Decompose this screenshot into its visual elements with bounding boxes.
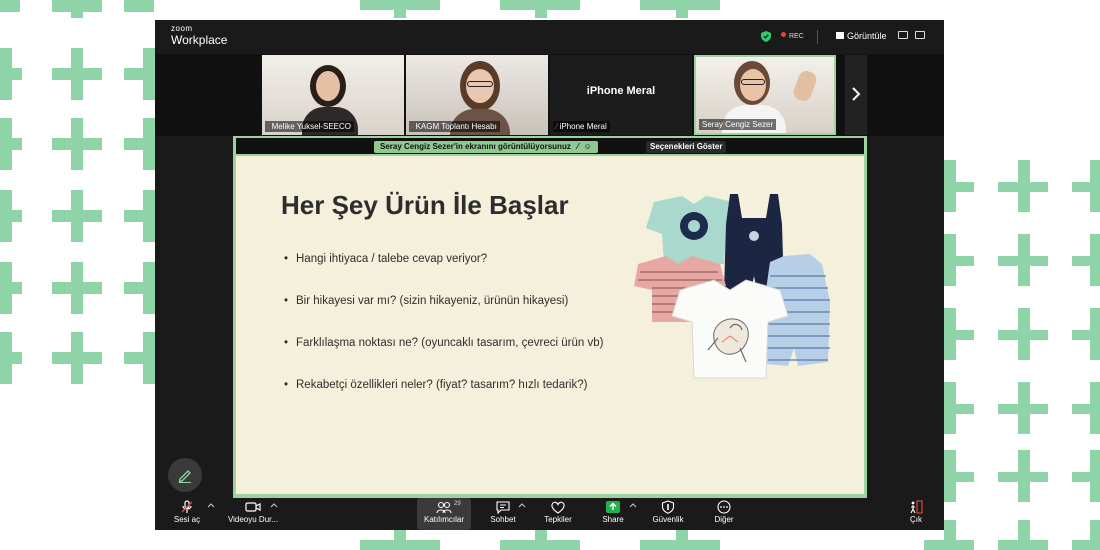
slide-bullet: • Farklılaşma noktası ne? (oyuncaklı tasa… [284,337,604,349]
chevron-up-icon[interactable] [629,501,637,509]
slide-bullet-list: • Hangi ihtiyaca / talebe cevap veriyor? … [284,252,603,420]
chat-label: Sohbet [490,515,516,524]
stop-video-label: Videoyu Dur... [227,515,279,524]
chat-icon [496,501,510,514]
slide-bullet-text: Hangi ihtiyaca / talebe cevap veriyor? [296,253,488,265]
grid-view-icon [836,32,844,39]
slide-bullet-text: Farklılaşma noktası ne? (oyuncaklı tasar… [296,337,604,349]
participant-name-text: iPhone Meral [559,122,607,131]
security-label: Güvenlik [652,515,684,524]
mic-muted-icon: ⁄ [412,122,414,131]
meeting-toolbar: Sesi aç Videoyu Dur... Katılımcılar 29 S… [155,498,944,530]
participant-center-name: iPhone Meral [586,85,656,97]
reactions-button[interactable]: Tepkiler [537,500,579,524]
security-button[interactable]: Güvenlik [647,500,689,524]
shared-screen: Seray Cengiz Sezer'in ekranını görüntülü… [233,136,867,498]
chevron-up-icon[interactable] [207,501,215,509]
shield-check-icon[interactable] [761,31,771,42]
participant-strip: ⁄ Melike Yuksel-SEECO ⁄ KAGM Toplantı He… [155,54,944,136]
top-bar: zoom Workplace REC Görüntüle [155,20,944,54]
divider [817,30,818,44]
participant-name-text: KAGM Toplantı Hesabı [415,122,497,131]
reactions-label: Tepkiler [544,515,572,524]
participant-name: ⁄ KAGM Toplantı Hesabı [409,121,500,132]
slide-bullet-text: Rekabetçi özellikleri neler? (fiyat? tas… [296,379,588,391]
mic-muted-icon [181,500,193,513]
participants-count-badge: 29 [454,501,461,507]
participant-name-text: Seray Cengiz Sezer [702,120,774,129]
share-arrow-icon [606,501,620,513]
record-dot-icon [781,32,786,37]
slide-title: Her Şey Ürün İle Başlar [281,190,569,220]
participants-icon [436,501,452,514]
slide-bullet: • Bir hikayesi var mı? (sizin hikayeniz, … [284,295,569,307]
leave-icon [910,500,923,514]
participant-tile[interactable]: ⁄ Melike Yuksel-SEECO [262,55,404,135]
leave-label: Çık [910,515,922,524]
unmute-button[interactable]: Sesi aç [169,500,205,524]
chat-button[interactable]: Sohbet [483,500,523,524]
pencil-icon [178,470,191,483]
participant-tile[interactable]: iPhone Meral ⁄ iPhone Meral [550,55,692,135]
zoom-logo: zoom Workplace [171,24,228,47]
participants-button[interactable]: Katılımcılar [419,500,469,524]
share-banner-text: Seray Cengiz Sezer'in ekranını görüntülü… [380,142,571,151]
smile-icon: ☺ [583,142,592,151]
video-camera-icon [245,502,261,512]
annotate-button[interactable] [168,458,202,492]
slide-bullet-text: Bir hikayesi var mı? (sizin hikayeniz, ü… [296,295,569,307]
participant-name-text: Melike Yuksel-SEECO [271,122,352,131]
baby-clothes-image [634,194,830,379]
unmute-label: Sesi aç [173,515,201,524]
view-label: Görüntüle [847,31,887,41]
more-dots-icon [717,500,731,514]
participant-name: ⁄ iPhone Meral [553,121,610,132]
chevron-right-icon [852,87,861,101]
participant-face [316,71,340,101]
participant-tile[interactable]: ⁄ KAGM Toplantı Hesabı [406,55,548,135]
participants-label: Katılımcılar [423,515,464,524]
share-top-bar: Seray Cengiz Sezer'in ekranını görüntülü… [236,138,864,154]
chevron-up-icon[interactable] [270,501,278,509]
minimize-window-icon[interactable] [898,31,908,39]
more-button[interactable]: Diğer [706,500,742,524]
presentation-slide: Her Şey Ürün İle Başlar • Hangi ihtiyaca … [236,156,864,494]
brand-small-text: zoom [171,24,193,33]
chevron-up-icon[interactable] [518,501,526,509]
view-options-button[interactable]: Seçenekleri Göster [646,141,727,153]
mic-muted-icon: ⁄ [577,142,579,151]
share-screen-button[interactable]: Share [595,500,631,524]
participant-name: Seray Cengiz Sezer [699,119,777,130]
heart-icon [551,501,565,514]
mic-muted-icon: ⁄ [268,122,270,131]
next-page-button[interactable] [845,55,867,135]
participant-face [740,69,766,101]
active-speaker-tile[interactable]: Seray Cengiz Sezer [694,55,836,135]
fullscreen-icon[interactable] [915,31,925,39]
view-button[interactable]: Görüntüle [836,31,887,41]
leave-meeting-button[interactable]: Çık [900,500,932,524]
slide-bullet: • Hangi ihtiyaca / talebe cevap veriyor? [284,253,488,265]
zoom-meeting-window: zoom Workplace REC Görüntüle ⁄ Melike Yu… [155,20,944,530]
recording-indicator[interactable]: REC [781,32,804,40]
more-label: Diğer [714,515,734,524]
slide-bullet: • Rekabetçi özellikleri neler? (fiyat? ta… [284,379,588,391]
brand-big-text: Workplace [171,33,228,47]
share-banner: Seray Cengiz Sezer'in ekranını görüntülü… [374,141,598,153]
participant-name: ⁄ Melike Yuksel-SEECO [265,121,355,132]
share-label: Share [602,515,624,524]
shield-icon [661,500,675,514]
mic-muted-icon: ⁄ [556,122,558,131]
rec-label: REC [789,33,804,40]
